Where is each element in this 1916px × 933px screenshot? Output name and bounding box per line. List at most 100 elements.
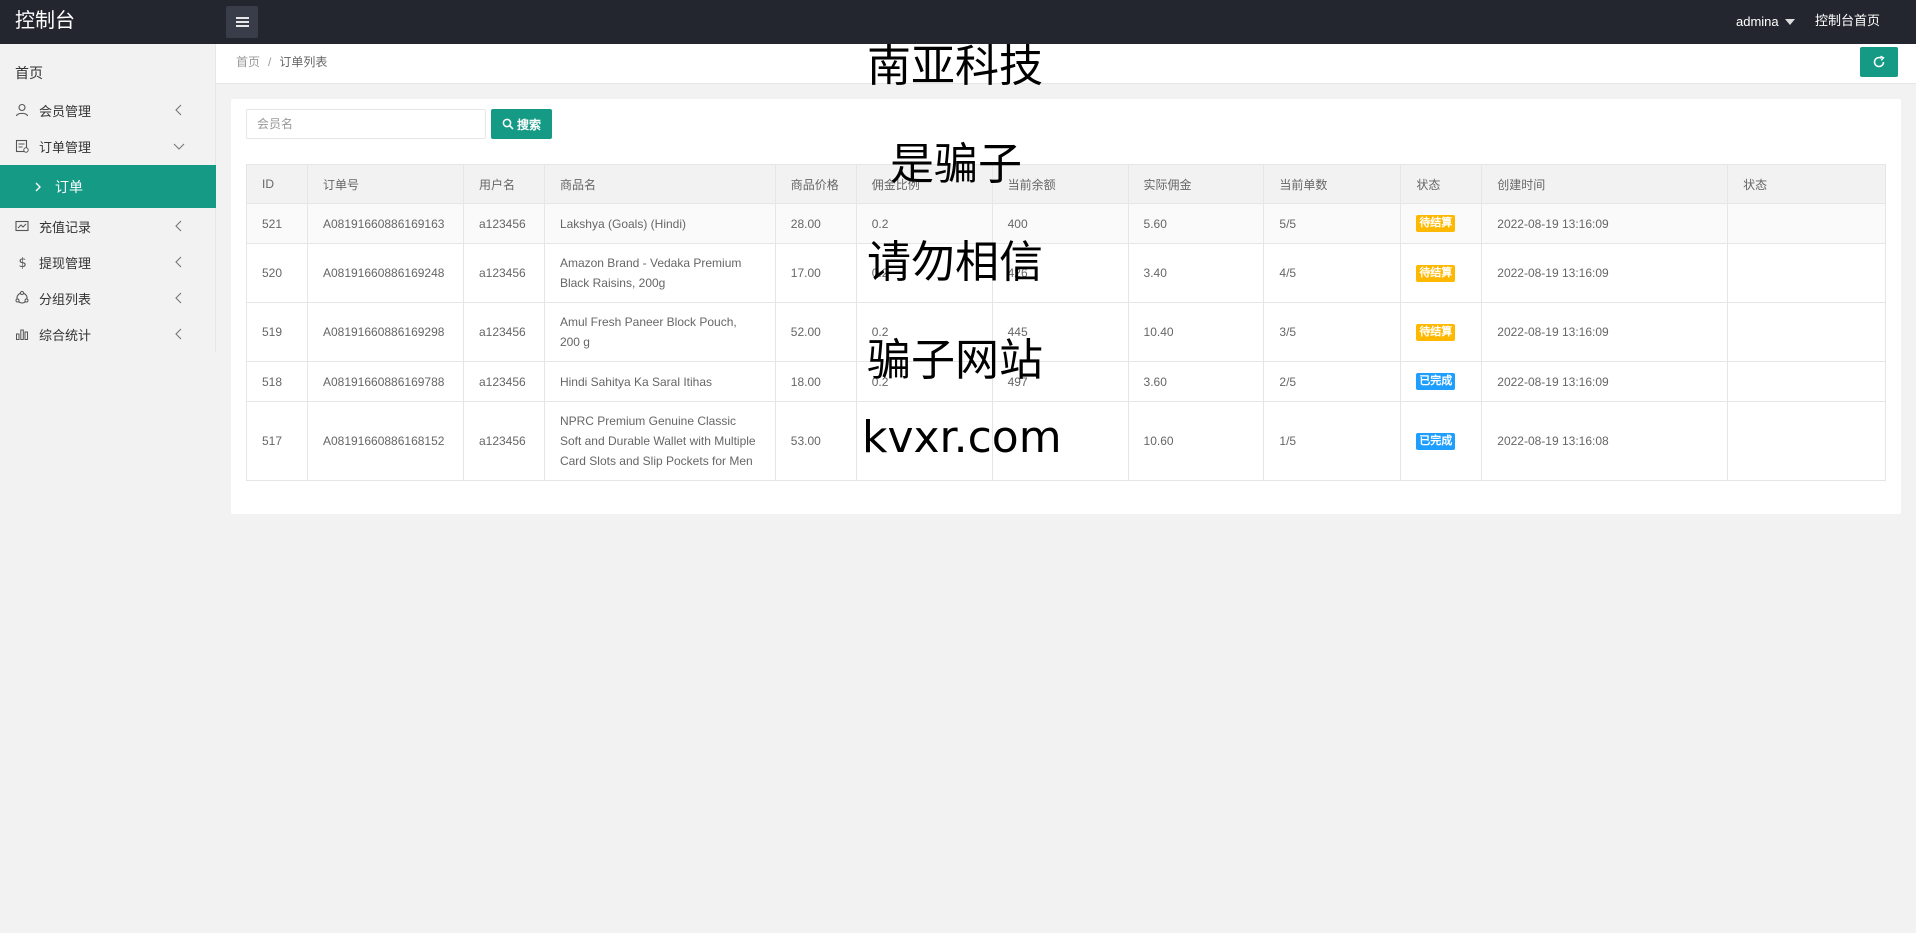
cell-price: 53.00 xyxy=(774,401,857,481)
cell-status: 待结算 xyxy=(1400,203,1483,244)
column-header: 状态 xyxy=(1400,164,1483,204)
cell-commission: 10.60 xyxy=(1127,401,1265,481)
search-button[interactable]: 搜索 xyxy=(491,109,552,139)
column-header: 订单号 xyxy=(306,164,464,204)
cell-created: 2022-08-19 13:16:09 xyxy=(1481,361,1729,402)
status-badge: 待结算 xyxy=(1416,264,1456,282)
sidebar-item-home[interactable]: 首页 xyxy=(15,63,43,83)
cell-product: Lakshya (Goals) (Hindi) xyxy=(543,203,776,244)
watermark-line: kvxr.com xyxy=(862,412,1062,463)
app-logo[interactable]: 控制台 xyxy=(15,0,75,44)
cell-count: 1/5 xyxy=(1263,401,1402,481)
cell-id: 521 xyxy=(246,203,308,244)
watermark-line: 骗子网站 xyxy=(867,335,1043,386)
user-icon xyxy=(15,103,29,117)
cell-order-no: A08191660886169248 xyxy=(306,243,464,303)
watermark-line: 南亚科技 xyxy=(867,41,1043,92)
breadcrumb: 首页 / 订单列表 xyxy=(236,44,327,80)
sidebar-item-label: 订单管理 xyxy=(39,139,92,155)
sidebar-item-groups[interactable]: 分组列表 xyxy=(0,280,216,316)
cell-created: 2022-08-19 13:16:09 xyxy=(1481,302,1729,362)
orders-table: ID 订单号 用户名 商品名 商品价格 佣金比例 当前余额 实际佣金 当前单数 … xyxy=(246,164,1886,481)
cell-product: NPRC Premium Genuine Classic Soft and Du… xyxy=(543,401,776,481)
sidebar-item-label: 提现管理 xyxy=(39,255,92,271)
chart-icon xyxy=(15,327,29,341)
chevron-left-icon xyxy=(175,256,182,268)
table-row: 517 A08191660886168152 a123456 NPRC Prem… xyxy=(246,401,1886,481)
cell-count: 5/5 xyxy=(1263,203,1402,244)
refresh-icon xyxy=(1873,55,1885,68)
table-row: 520 A08191660886169248 a123456 Amazon Br… xyxy=(246,243,1886,303)
chevron-left-icon xyxy=(175,104,182,116)
sidebar-item-recharge[interactable]: 充值记录 xyxy=(0,208,216,244)
column-header: 状态 xyxy=(1727,164,1886,204)
cell-status: 已完成 xyxy=(1400,361,1483,402)
cell-id: 520 xyxy=(246,243,308,303)
sidebar-item-withdraw[interactable]: $ 提现管理 xyxy=(0,244,216,280)
sidebar-item-members[interactable]: 会员管理 xyxy=(0,92,216,128)
console-home-link[interactable]: 控制台首页 xyxy=(1815,0,1880,44)
cell-count: 4/5 xyxy=(1263,243,1402,303)
cell-created: 2022-08-19 13:16:09 xyxy=(1481,203,1729,244)
sidebar-item-label: 充值记录 xyxy=(39,219,92,235)
cell-order-no: A08191660886168152 xyxy=(306,401,464,481)
cell-price: 52.00 xyxy=(774,302,857,362)
table-row: 518 A08191660886169788 a123456 Hindi Sah… xyxy=(246,361,1886,402)
recharge-icon xyxy=(15,219,29,233)
search-icon xyxy=(502,118,514,130)
cell-user: a123456 xyxy=(462,203,545,244)
column-header: 商品价格 xyxy=(774,164,857,204)
caret-down-icon xyxy=(1784,19,1795,25)
status-badge: 已完成 xyxy=(1416,432,1456,450)
cell-product: Hindi Sahitya Ka Saral Itihas xyxy=(543,361,776,402)
order-icon xyxy=(15,139,29,153)
column-header: 创建时间 xyxy=(1481,164,1729,204)
sidebar: 首页 会员管理 订单管理 订单 充值记录 $ 提现管理 分组列表 综合统计 xyxy=(0,44,216,352)
column-header: 商品名 xyxy=(543,164,776,204)
cell-user: a123456 xyxy=(462,361,545,402)
svg-text:$: $ xyxy=(19,256,27,269)
breadcrumb-current: 订单列表 xyxy=(279,55,328,69)
column-header: 当前单数 xyxy=(1263,164,1402,204)
cell-price: 28.00 xyxy=(774,203,857,244)
breadcrumb-home[interactable]: 首页 xyxy=(236,55,260,69)
menu-toggle-button[interactable] xyxy=(226,6,258,38)
cell-status: 待结算 xyxy=(1400,243,1483,303)
sidebar-item-label: 分组列表 xyxy=(39,291,92,307)
sidebar-item-statistics[interactable]: 综合统计 xyxy=(0,316,216,352)
search-button-label: 搜索 xyxy=(516,117,541,132)
cell-commission: 10.40 xyxy=(1127,302,1265,362)
cell-action xyxy=(1727,243,1886,303)
sidebar-item-label: 综合统计 xyxy=(39,327,92,343)
cell-id: 517 xyxy=(246,401,308,481)
refresh-button[interactable] xyxy=(1860,47,1898,77)
column-header: 实际佣金 xyxy=(1127,164,1265,204)
cell-action xyxy=(1727,302,1886,362)
status-badge: 待结算 xyxy=(1416,323,1456,341)
sidebar-item-orders[interactable]: 订单管理 xyxy=(0,128,216,164)
status-badge: 已完成 xyxy=(1416,373,1456,390)
chevron-left-icon xyxy=(175,220,182,232)
watermark-line: 是骗子 xyxy=(890,139,1022,190)
cell-created: 2022-08-19 13:16:09 xyxy=(1481,243,1729,303)
cell-status: 待结算 xyxy=(1400,302,1483,362)
cell-action xyxy=(1727,361,1886,402)
cell-price: 18.00 xyxy=(774,361,857,402)
table-header-row: ID 订单号 用户名 商品名 商品价格 佣金比例 当前余额 实际佣金 当前单数 … xyxy=(246,164,1886,204)
cell-order-no: A08191660886169163 xyxy=(306,203,464,244)
cell-user: a123456 xyxy=(462,401,545,481)
cell-count: 3/5 xyxy=(1263,302,1402,362)
member-name-search-input[interactable] xyxy=(246,109,486,139)
group-icon xyxy=(15,291,29,305)
chevron-left-icon xyxy=(175,328,182,340)
cell-status: 已完成 xyxy=(1400,401,1483,481)
breadcrumb-separator: / xyxy=(268,55,272,69)
cell-action xyxy=(1727,203,1886,244)
user-menu[interactable]: admina xyxy=(1736,0,1795,44)
cell-id: 518 xyxy=(246,361,308,402)
table-row: 521 A08191660886169163 a123456 Lakshya (… xyxy=(246,203,1886,244)
table-row: 519 A08191660886169298 a123456 Amul Fres… xyxy=(246,302,1886,362)
cell-count: 2/5 xyxy=(1263,361,1402,402)
sidebar-item-order-list[interactable]: 订单 xyxy=(0,165,216,208)
cell-product: Amazon Brand - Vedaka Premium Black Rais… xyxy=(543,243,776,303)
